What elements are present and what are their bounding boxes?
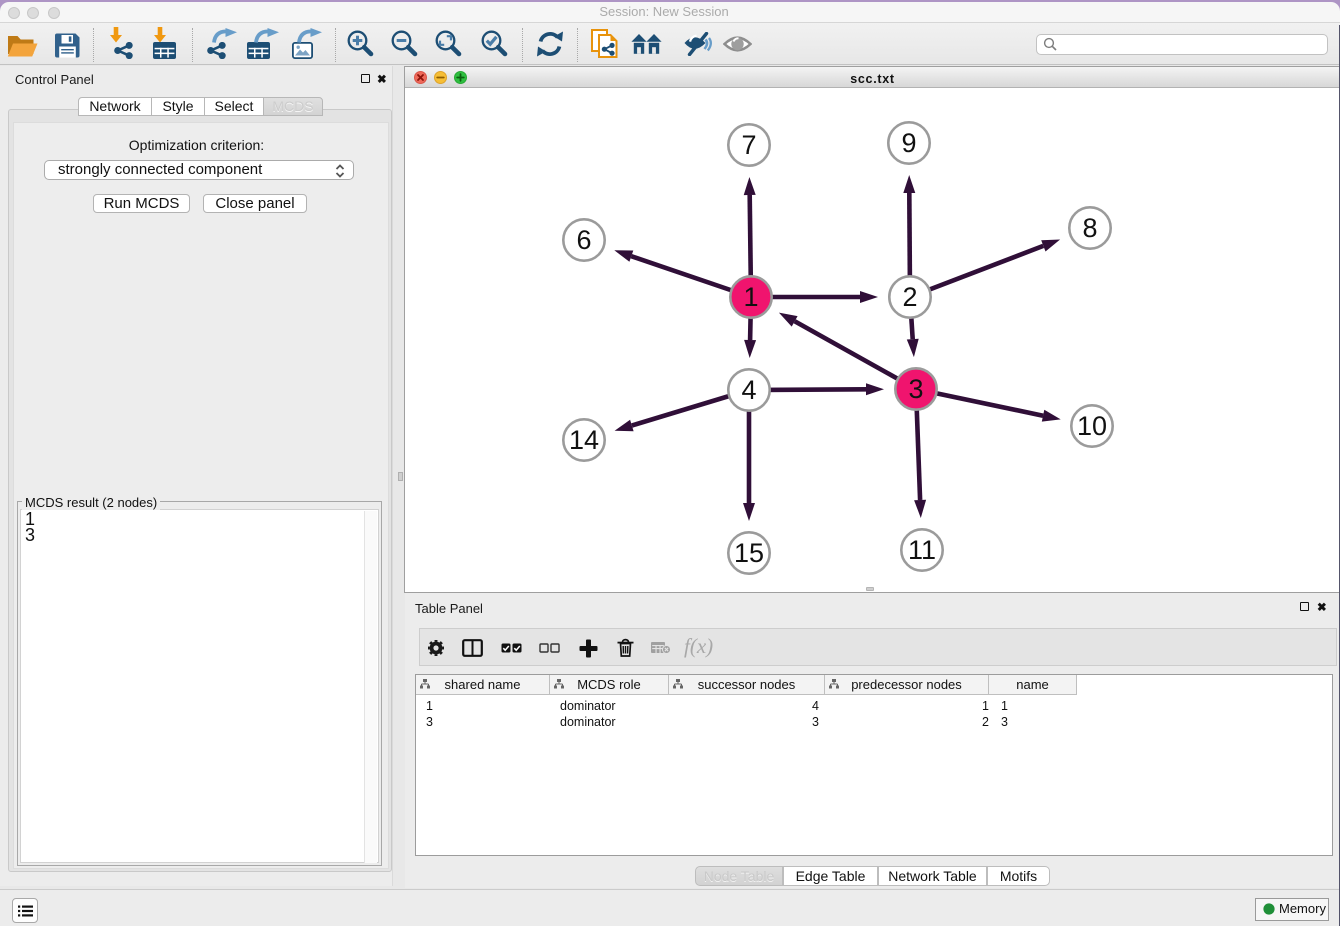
svg-text:2: 2	[902, 282, 917, 312]
svg-text:10: 10	[1077, 411, 1107, 441]
svg-text:15: 15	[734, 538, 764, 568]
svg-text:14: 14	[569, 425, 599, 455]
svg-text:3: 3	[908, 374, 923, 404]
svg-text:8: 8	[1082, 213, 1097, 243]
svg-text:6: 6	[576, 225, 591, 255]
svg-text:9: 9	[901, 128, 916, 158]
svg-text:11: 11	[908, 535, 936, 565]
svg-text:1: 1	[743, 282, 758, 312]
svg-text:7: 7	[741, 130, 756, 160]
svg-text:4: 4	[741, 375, 756, 405]
